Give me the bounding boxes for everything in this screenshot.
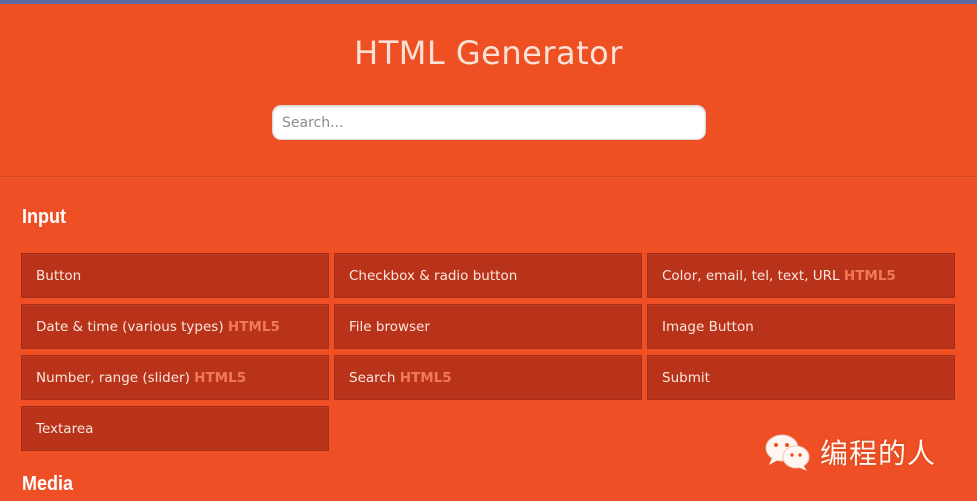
item-number-range[interactable]: Number, range (slider) HTML5 [21, 355, 329, 400]
item-label: Checkbox & radio button [349, 268, 518, 284]
item-image-button[interactable]: Image Button [647, 304, 955, 349]
html5-badge: HTML5 [227, 319, 280, 335]
item-label: Textarea [36, 421, 94, 437]
item-label: File browser [349, 319, 430, 335]
item-label: Number, range (slider) HTML5 [36, 370, 247, 386]
item-checkbox-radio[interactable]: Checkbox & radio button [334, 253, 642, 298]
item-label: Color, email, tel, text, URL HTML5 [662, 268, 896, 284]
item-label: Image Button [662, 319, 754, 335]
watermark-text: 编程的人 [820, 437, 937, 470]
item-textarea[interactable]: Textarea [21, 406, 329, 451]
item-color-email-tel-text-url[interactable]: Color, email, tel, text, URL HTML5 [647, 253, 955, 298]
section-title-media: Media [22, 473, 74, 495]
item-date-time[interactable]: Date & time (various types) HTML5 [21, 304, 329, 349]
item-label: Button [36, 268, 82, 284]
item-button[interactable]: Button [21, 253, 329, 298]
wechat-icon [765, 434, 810, 471]
item-submit[interactable]: Submit [647, 355, 955, 400]
page-title: HTML Generator [354, 34, 623, 72]
html5-badge: HTML5 [843, 268, 896, 284]
item-file-browser[interactable]: File browser [334, 304, 642, 349]
watermark: 编程的人 [764, 432, 936, 472]
html5-badge: HTML5 [399, 370, 452, 386]
item-search[interactable]: Search HTML5 [334, 355, 642, 400]
html5-badge: HTML5 [194, 370, 247, 386]
page-header: HTML Generator [0, 4, 977, 174]
section-title-input: Input [22, 206, 66, 228]
item-label: Search HTML5 [349, 370, 452, 386]
search-input[interactable] [272, 105, 706, 140]
item-label: Submit [662, 370, 710, 386]
item-label: Date & time (various types) HTML5 [36, 319, 280, 335]
